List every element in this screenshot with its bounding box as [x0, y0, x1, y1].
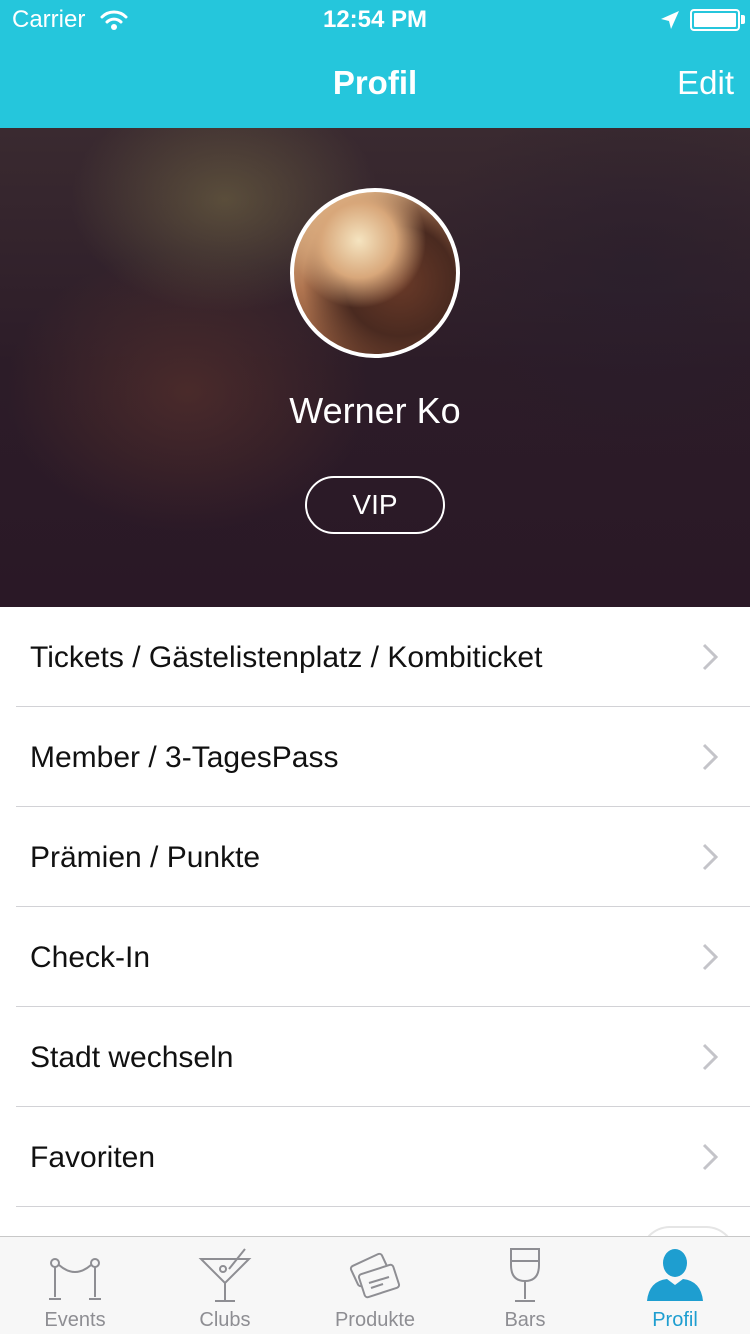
profile-header: Werner Ko VIP [0, 128, 750, 607]
menu-item-label: Check-In [30, 941, 151, 974]
menu-item-label: Prämien / Punkte [30, 841, 261, 874]
tab-label: Profil [652, 1309, 698, 1331]
navigation-bar: Carrier 12:54 PM Profil Edit [0, 0, 750, 128]
menu-item-stadt-wechseln[interactable]: Stadt wechseln [0, 1007, 750, 1107]
battery-icon [690, 9, 740, 31]
menu-item-favoriten[interactable]: Favoriten [0, 1107, 750, 1207]
profile-name: Werner Ko [289, 390, 461, 431]
person-icon [647, 1249, 703, 1301]
tab-label: Produkte [334, 1309, 416, 1331]
divider [16, 1206, 750, 1207]
tab-label: Events [44, 1309, 106, 1331]
tab-label: Clubs [199, 1309, 251, 1331]
status-time: 12:54 PM [322, 6, 428, 33]
menu-item-praemien[interactable]: Prämien / Punkte [0, 807, 750, 907]
tab-bars[interactable]: Bars [450, 1237, 600, 1334]
location-arrow-icon [661, 11, 679, 29]
chevron-right-icon [702, 643, 718, 671]
tab-bar: Events Clubs Produkte Bars Profil [0, 1236, 750, 1334]
battery-tip [741, 15, 745, 24]
menu-item-member[interactable]: Member / 3-TagesPass [0, 707, 750, 807]
page-title: Profil [332, 64, 418, 101]
cocktail-glass-icon [198, 1248, 252, 1302]
chevron-right-icon [702, 1043, 718, 1071]
menu-item-check-in[interactable]: Check-In [0, 907, 750, 1007]
avatar[interactable] [290, 188, 460, 358]
tab-profil[interactable]: Profil [600, 1237, 750, 1334]
menu-item-label: Tickets / Gästelistenplatz / Kombiticket [30, 641, 543, 674]
wine-glass-icon [510, 1248, 540, 1302]
edit-button[interactable]: Edit [677, 64, 734, 102]
chevron-right-icon [702, 843, 718, 871]
tab-clubs[interactable]: Clubs [150, 1237, 300, 1334]
tickets-icon [349, 1252, 401, 1299]
tab-events[interactable]: Events [0, 1237, 150, 1334]
menu-item-label: Stadt wechseln [30, 1041, 234, 1074]
tab-produkte[interactable]: Produkte [300, 1237, 450, 1334]
chevron-right-icon [702, 943, 718, 971]
rope-barrier-icon [49, 1258, 101, 1300]
menu-item-tickets[interactable]: Tickets / Gästelistenplatz / Kombiticket [0, 607, 750, 707]
tab-label: Bars [504, 1309, 546, 1331]
menu-item-label: Member / 3-TagesPass [30, 741, 339, 774]
profile-menu: Tickets / Gästelistenplatz / Kombiticket… [0, 607, 750, 1207]
status-bar: Carrier 12:54 PM [0, 0, 750, 40]
menu-item-label: Favoriten [30, 1141, 156, 1174]
chevron-right-icon [702, 1143, 718, 1171]
vip-badge-button[interactable]: VIP [305, 476, 445, 534]
chevron-right-icon [702, 743, 718, 771]
